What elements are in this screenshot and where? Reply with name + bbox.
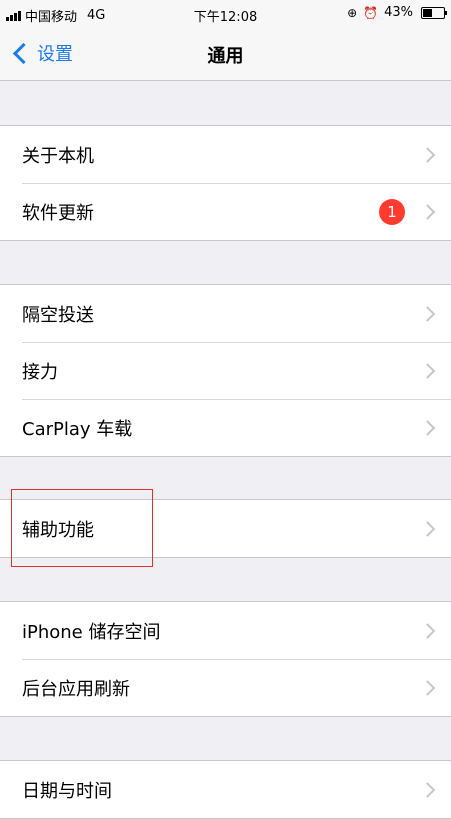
list-item-handoff[interactable]: 接力 — [0, 342, 451, 399]
chevron-right-icon — [419, 419, 436, 436]
list-item-label: CarPlay 车载 — [22, 418, 133, 440]
chevron-right-icon — [419, 362, 436, 379]
list-item-label: 辅助功能 — [22, 519, 94, 541]
battery-fill — [423, 8, 432, 17]
page-title: 通用 — [207, 46, 244, 67]
navigation-bar: 设置 通用 — [0, 28, 451, 81]
settings-group-date: 日期与时间 — [0, 760, 451, 819]
list-item-label: 日期与时间 — [22, 780, 112, 802]
rotation-lock-icon: ⊕ — [347, 5, 358, 20]
battery-icon — [421, 6, 447, 19]
list-item-iphone-storage[interactable]: iPhone 储存空间 — [0, 602, 451, 659]
chevron-right-icon — [419, 305, 436, 322]
settings-group-accessibility: 辅助功能 — [0, 499, 451, 558]
list-item-label: 接力 — [22, 361, 58, 383]
settings-group-storage: iPhone 储存空间 后台应用刷新 — [0, 601, 451, 717]
chevron-right-icon — [419, 203, 436, 220]
battery-percent: 43% — [384, 5, 413, 20]
list-item-label: 软件更新 — [22, 202, 94, 224]
list-item-label: 隔空投送 — [22, 304, 94, 326]
list-item-label: 后台应用刷新 — [22, 678, 130, 700]
list-item-about[interactable]: 关于本机 — [0, 126, 451, 183]
chevron-right-icon — [419, 781, 436, 798]
list-item-carplay[interactable]: CarPlay 车载 — [0, 399, 451, 456]
chevron-right-icon — [419, 679, 436, 696]
list-item-software-update[interactable]: 软件更新 1 — [0, 183, 451, 240]
update-badge: 1 — [379, 198, 405, 225]
list-item-label: 关于本机 — [22, 145, 94, 167]
chevron-right-icon — [419, 146, 436, 163]
alarm-icon: ⏰ — [363, 5, 379, 20]
list-item-airdrop[interactable]: 隔空投送 — [0, 285, 451, 342]
list-item-background-refresh[interactable]: 后台应用刷新 — [0, 659, 451, 716]
status-bar: 中国移动 4G 下午12:08 ⊕ ⏰ 43% — [0, 0, 451, 28]
list-item-date-time[interactable]: 日期与时间 — [0, 761, 451, 818]
chevron-right-icon — [419, 520, 436, 537]
list-item-label: iPhone 储存空间 — [22, 621, 161, 643]
settings-group-connectivity: 隔空投送 接力 CarPlay 车载 — [0, 284, 451, 457]
status-right: ⊕ ⏰ 43% — [347, 5, 447, 20]
settings-group-about: 关于本机 软件更新 1 — [0, 125, 451, 241]
chevron-right-icon — [419, 622, 436, 639]
list-item-accessibility[interactable]: 辅助功能 — [0, 500, 451, 557]
